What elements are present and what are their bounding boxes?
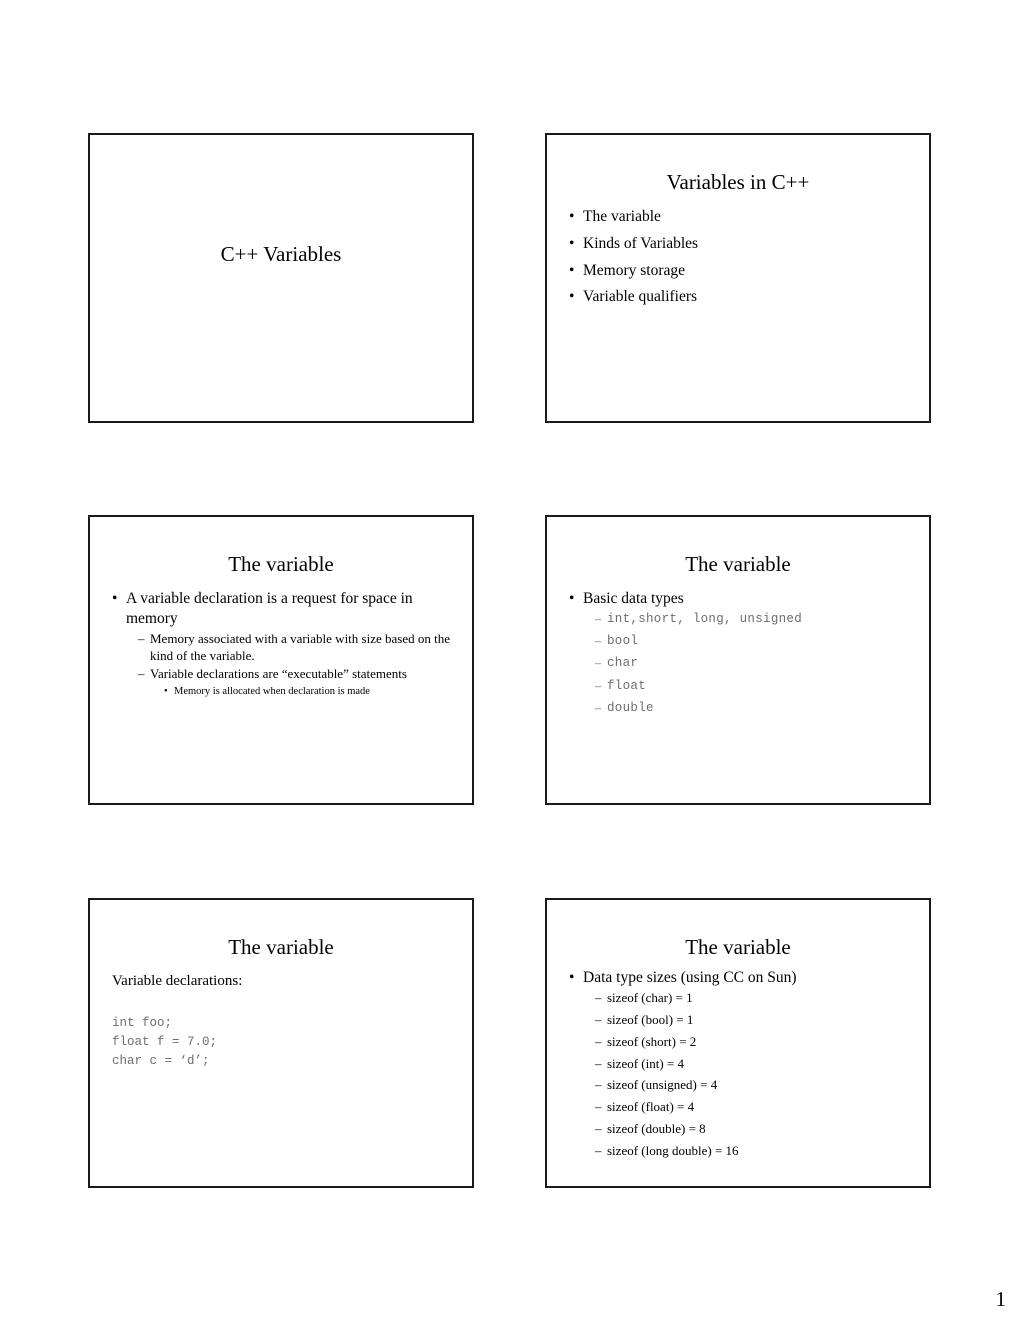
bullet-text: sizeof (short) = 2 bbox=[607, 1033, 697, 1049]
bullet-text: A variable declaration is a request for … bbox=[126, 590, 413, 627]
bullet-item: • Basic data types bbox=[569, 589, 915, 609]
lead-text: Variable declarations: bbox=[112, 973, 243, 989]
slide-title: The variable bbox=[228, 935, 334, 959]
slide-4[interactable]: The variable • Basic data types – int,sh… bbox=[545, 515, 931, 805]
bullet-text: sizeof (bool) = 1 bbox=[607, 1011, 694, 1027]
bullet-marker: – bbox=[595, 611, 602, 626]
bullet-item: • Variable qualifiers bbox=[569, 287, 915, 307]
bullet-marker: – bbox=[595, 1011, 602, 1027]
bullet-text: sizeof (float) = 4 bbox=[607, 1099, 695, 1115]
bullet-marker: • bbox=[164, 686, 168, 698]
bullet-text: Variable declarations are “executable” s… bbox=[150, 666, 407, 682]
bullet-item: • Data type sizes (using CC on Sun) bbox=[569, 968, 915, 988]
bullet-text-code: float bbox=[607, 678, 647, 693]
bullet-text-code: int,short, long, unsigned bbox=[607, 611, 803, 626]
bullet-text: sizeof (unsigned) = 4 bbox=[607, 1077, 718, 1093]
slide-6-body: • Data type sizes (using CC on Sun) – si… bbox=[569, 968, 915, 1165]
bullet-item: • A variable declaration is a request fo… bbox=[112, 589, 458, 629]
bullet-marker: – bbox=[138, 630, 145, 646]
bullet-marker: • bbox=[569, 261, 575, 279]
bullet-item: – sizeof (unsigned) = 4 bbox=[569, 1077, 915, 1094]
bullet-item: – char bbox=[569, 655, 915, 671]
bullet-item: – sizeof (long double) = 16 bbox=[569, 1143, 915, 1160]
bullet-item: – sizeof (short) = 2 bbox=[569, 1034, 915, 1051]
bullet-item: • Memory storage bbox=[569, 261, 915, 281]
slide-6-title-block: The variable bbox=[547, 935, 929, 959]
bullet-marker: – bbox=[595, 656, 602, 671]
bullet-marker: • bbox=[112, 590, 118, 607]
slide-5[interactable]: The variable Variable declarations: int … bbox=[88, 898, 474, 1188]
bullet-text: sizeof (int) = 4 bbox=[607, 1055, 685, 1071]
bullet-text: Memory storage bbox=[583, 261, 686, 279]
bullet-text-code: bool bbox=[607, 634, 639, 649]
bullet-marker: • bbox=[569, 288, 575, 306]
bullet-marker: • bbox=[569, 208, 575, 225]
bullet-item: – Variable declarations are “executable”… bbox=[112, 666, 458, 683]
slide-title: The variable bbox=[685, 935, 791, 959]
bullet-item: – sizeof (bool) = 1 bbox=[569, 1012, 915, 1029]
bullet-text: Memory associated with a variable with s… bbox=[150, 630, 450, 663]
bullet-marker: – bbox=[595, 634, 602, 649]
bullet-marker: – bbox=[595, 1099, 602, 1115]
handout-page: C++ Variables Variables in C++ • The var… bbox=[0, 0, 1020, 1320]
slide-5-title-block: The variable bbox=[90, 935, 472, 959]
bullet-marker: – bbox=[595, 1143, 602, 1159]
bullet-text: Variable qualifiers bbox=[583, 288, 698, 306]
slide-title: The variable bbox=[685, 552, 791, 576]
bullet-marker: – bbox=[595, 1077, 602, 1093]
bullet-marker: – bbox=[595, 678, 602, 693]
bullet-marker: – bbox=[138, 666, 145, 682]
bullet-text: Data type sizes (using CC on Sun) bbox=[583, 969, 797, 986]
slide-6[interactable]: The variable • Data type sizes (using CC… bbox=[545, 898, 931, 1188]
bullet-text: Memory is allocated when declaration is … bbox=[174, 686, 370, 698]
bullet-marker: – bbox=[595, 1121, 602, 1137]
slide-2-title-block: Variables in C++ bbox=[547, 170, 929, 194]
slide-4-body: • Basic data types – int,short, long, un… bbox=[569, 589, 915, 722]
slide-3-body: • A variable declaration is a request fo… bbox=[112, 589, 458, 700]
bullet-item: – Memory associated with a variable with… bbox=[112, 631, 458, 665]
bullet-text-code: char bbox=[607, 656, 639, 671]
bullet-item: – sizeof (float) = 4 bbox=[569, 1099, 915, 1116]
bullet-marker: – bbox=[595, 1033, 602, 1049]
bullet-item: – sizeof (int) = 4 bbox=[569, 1056, 915, 1073]
bullet-marker: – bbox=[595, 700, 602, 715]
bullet-text: sizeof (double) = 8 bbox=[607, 1121, 706, 1137]
bullet-item: – sizeof (char) = 1 bbox=[569, 990, 915, 1007]
bullet-marker: • bbox=[569, 969, 575, 986]
slide-2-body: • The variable • Kinds of Variables • Me… bbox=[569, 207, 915, 314]
code-block: int foo; float f = 7.0; char c = ‘d’; bbox=[112, 1015, 218, 1069]
bullet-item: – sizeof (double) = 8 bbox=[569, 1121, 915, 1138]
slide-3[interactable]: The variable • A variable declaration is… bbox=[88, 515, 474, 805]
slide-1[interactable]: C++ Variables bbox=[88, 133, 474, 423]
bullet-item: – float bbox=[569, 678, 915, 694]
bullet-text: sizeof (long double) = 16 bbox=[607, 1143, 739, 1159]
bullet-item: – double bbox=[569, 700, 915, 716]
bullet-marker: – bbox=[595, 989, 602, 1005]
bullet-item: • Kinds of Variables bbox=[569, 234, 915, 254]
slide-4-title-block: The variable bbox=[547, 552, 929, 576]
bullet-marker: • bbox=[569, 234, 575, 252]
bullet-item: • Memory is allocated when declaration i… bbox=[112, 685, 458, 699]
slide-1-title-block: C++ Variables bbox=[90, 242, 472, 266]
bullet-item: – bool bbox=[569, 633, 915, 649]
slide-title: The variable bbox=[228, 552, 334, 576]
bullet-marker: – bbox=[595, 1055, 602, 1071]
bullet-text: sizeof (char) = 1 bbox=[607, 989, 693, 1005]
bullet-text: Basic data types bbox=[583, 590, 684, 607]
slide-title: Variables in C++ bbox=[666, 170, 810, 194]
bullet-item: – int,short, long, unsigned bbox=[569, 611, 915, 627]
slide-5-body: Variable declarations: int foo; float f … bbox=[112, 972, 458, 1072]
bullet-text: The variable bbox=[583, 208, 661, 225]
bullet-text: Kinds of Variables bbox=[583, 234, 699, 252]
slide-title: C++ Variables bbox=[220, 242, 342, 266]
bullet-text-code: double bbox=[607, 700, 654, 715]
slide-3-title-block: The variable bbox=[90, 552, 472, 576]
slide-2[interactable]: Variables in C++ • The variable • Kinds … bbox=[545, 133, 931, 423]
bullet-item: • The variable bbox=[569, 207, 915, 227]
bullet-marker: • bbox=[569, 590, 575, 607]
page-number: 1 bbox=[995, 1287, 1007, 1311]
